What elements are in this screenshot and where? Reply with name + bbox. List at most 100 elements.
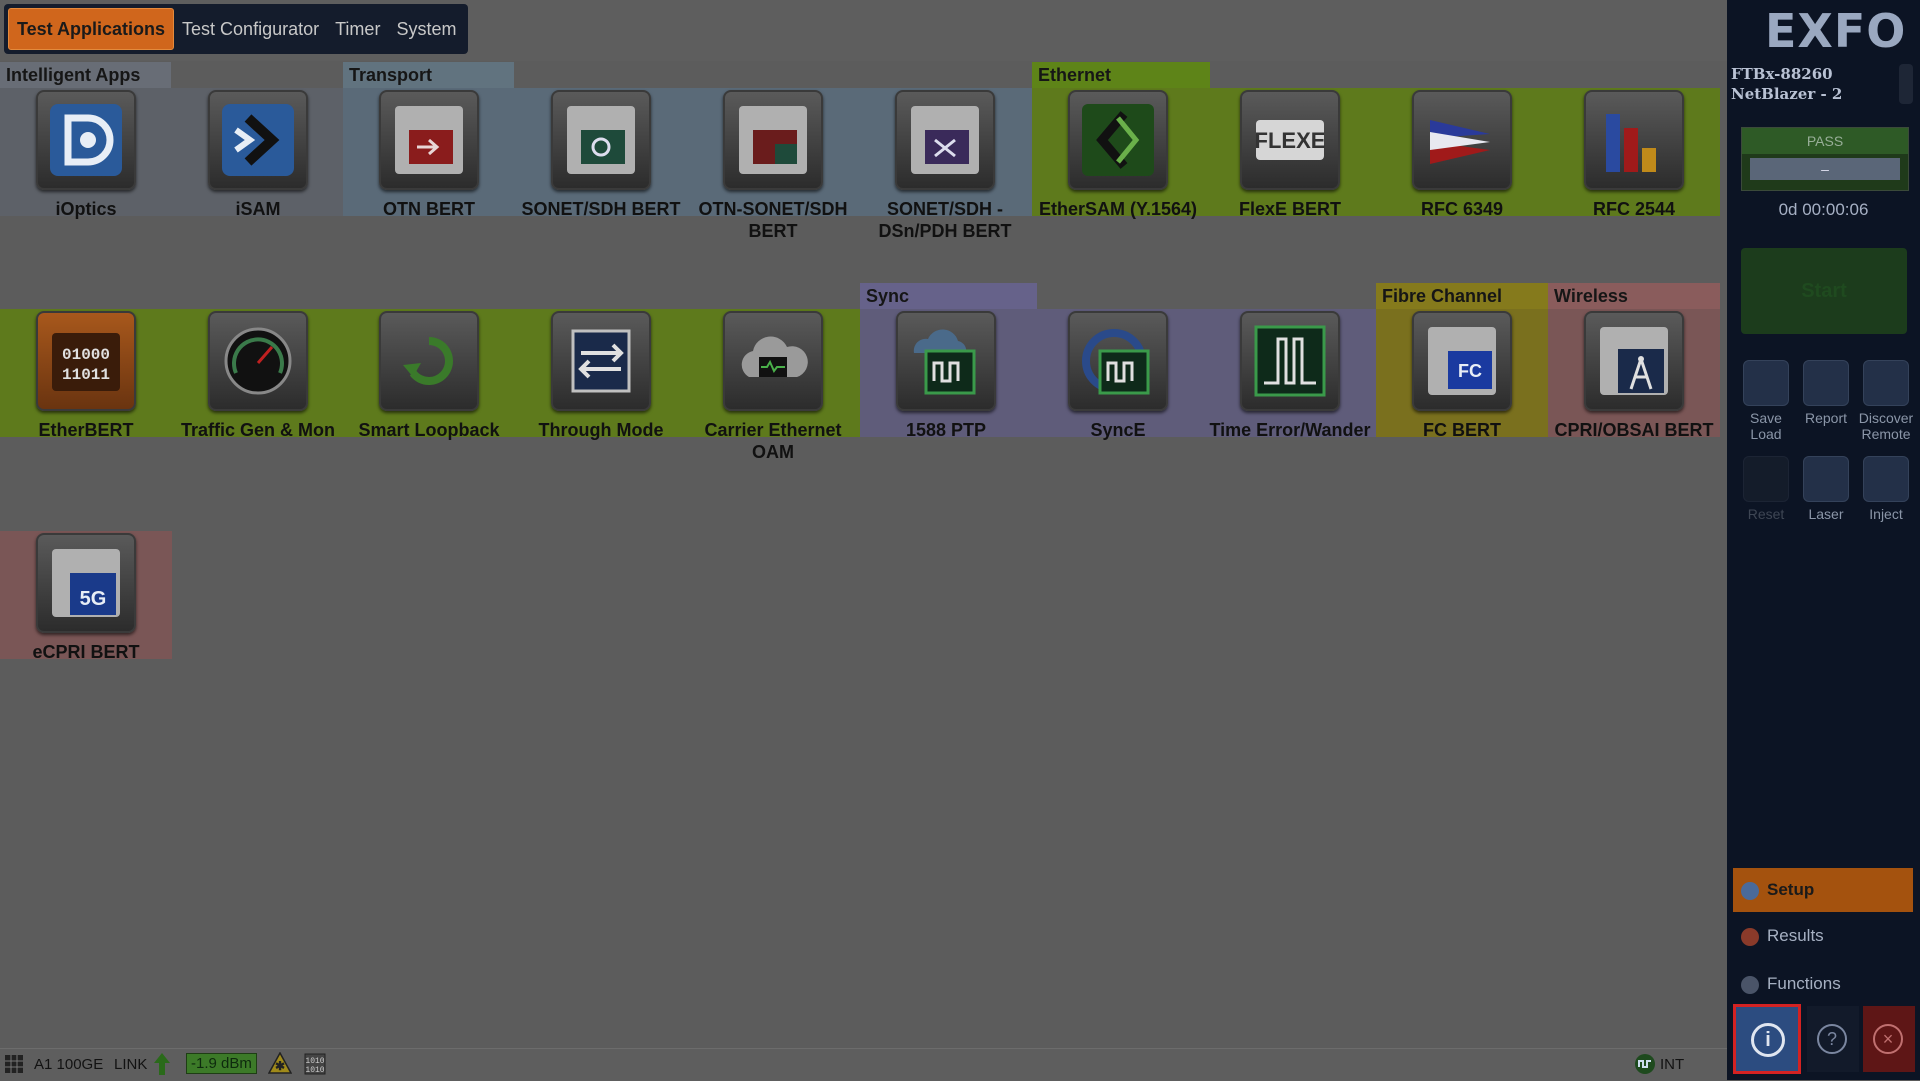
- app-otn-sonet-sdh-bert[interactable]: OTN-SONET/SDH BERT: [687, 88, 859, 242]
- tab-test-applications[interactable]: Test Applications: [8, 8, 175, 50]
- app-label: OTN BERT: [383, 199, 475, 219]
- tools-icon: [1741, 975, 1759, 994]
- app-ecpri-bert[interactable]: 5G eCPRI BERT: [0, 531, 172, 663]
- synce-icon: [1068, 311, 1168, 411]
- link-label: LINK: [114, 1056, 148, 1073]
- app-sonet-sdh-bert[interactable]: SONET/SDH BERT: [515, 88, 687, 220]
- nav-setup[interactable]: Setup: [1733, 868, 1913, 912]
- nav-results-label: Results: [1767, 926, 1824, 945]
- gear-icon: [1741, 881, 1759, 900]
- speedometer-icon: [208, 311, 308, 411]
- app-label: SyncE: [1090, 420, 1146, 440]
- discover-remote-button[interactable]: Discover Remote: [1857, 360, 1915, 442]
- svg-text:5G: 5G: [80, 588, 107, 610]
- exfo-logo: EXFO: [1765, 4, 1907, 58]
- report-icon: [1803, 360, 1849, 406]
- app-etherbert[interactable]: 01000 11011 EtherBERT: [0, 309, 172, 441]
- nav-results[interactable]: Results: [1733, 914, 1913, 958]
- help-icon: ?: [1817, 1024, 1847, 1054]
- group-label-wireless: Wireless: [1548, 283, 1720, 309]
- save-load-button[interactable]: Save Load: [1737, 360, 1795, 442]
- app-cpri-obsai-bert[interactable]: CPRI/OBSAI BERT: [1548, 309, 1720, 441]
- app-sonet-dsn-pdh-bert[interactable]: SONET/SDH - DSn/PDH BERT: [859, 88, 1031, 242]
- inject-icon: [1863, 456, 1909, 502]
- ioptics-icon: [36, 90, 136, 190]
- app-label: RFC 2544: [1592, 199, 1676, 219]
- report-button[interactable]: Report: [1797, 360, 1855, 426]
- app-fc-bert[interactable]: FC FC BERT: [1376, 309, 1548, 441]
- link-up-arrow-icon: [154, 1053, 170, 1079]
- inject-button[interactable]: Inject: [1857, 456, 1915, 522]
- nav-functions[interactable]: Functions: [1733, 962, 1913, 1006]
- discover-remote-icon: [1863, 360, 1909, 406]
- tab-test-configurator[interactable]: Test Configurator: [174, 9, 327, 49]
- otn-bert-icon: [379, 90, 479, 190]
- fc-bert-icon: FC: [1412, 311, 1512, 411]
- app-1588-ptp[interactable]: 1588 PTP: [860, 309, 1032, 441]
- app-smart-loopback[interactable]: Smart Loopback: [343, 309, 515, 441]
- ptp-icon: [896, 311, 996, 411]
- otn-sonet-sdh-bert-icon: [723, 90, 823, 190]
- test-applications-panel: Intelligent Apps Transport Ethernet Sync…: [0, 61, 1727, 1048]
- app-rfc2544[interactable]: RFC 2544: [1548, 88, 1720, 220]
- ecpri-5g-icon: 5G: [36, 533, 136, 633]
- laser-warning-icon: ✱: [267, 1051, 293, 1078]
- svg-text:FLEXE: FLEXE: [1255, 128, 1326, 153]
- exit-button[interactable]: ×: [1863, 1006, 1915, 1072]
- ethersam-icon: [1068, 90, 1168, 190]
- tab-system[interactable]: System: [388, 9, 464, 49]
- help-button[interactable]: ?: [1807, 1006, 1859, 1072]
- test-timer: 0d 00:00:06: [1778, 200, 1869, 219]
- app-label: CPRI/OBSAI BERT: [1554, 420, 1714, 440]
- antenna-icon: [1584, 311, 1684, 411]
- verdict-box: PASS –: [1741, 127, 1909, 191]
- group-label-fibre-channel: Fibre Channel: [1376, 283, 1548, 309]
- nav-functions-label: Functions: [1767, 974, 1841, 993]
- app-isam[interactable]: iSAM: [172, 88, 344, 220]
- app-label: EtherBERT: [38, 420, 134, 440]
- reset-icon: [1743, 456, 1789, 502]
- app-label: SONET/SDH BERT: [521, 199, 681, 219]
- app-otn-bert[interactable]: OTN BERT: [343, 88, 515, 220]
- tab-timer[interactable]: Timer: [327, 9, 388, 49]
- save-load-icon: [1743, 360, 1789, 406]
- save-load-label: Save Load: [1750, 410, 1782, 442]
- app-label: 1588 PTP: [905, 420, 987, 440]
- app-label: Carrier Ethernet OAM: [704, 420, 842, 462]
- app-rfc6349[interactable]: RFC 6349: [1376, 88, 1548, 220]
- verdict-value: –: [1750, 158, 1900, 180]
- info-button[interactable]: i: [1733, 1004, 1801, 1074]
- app-ioptics[interactable]: iOptics: [0, 88, 172, 220]
- reset-label: Reset: [1747, 506, 1785, 522]
- svg-text:1010: 1010: [305, 1057, 324, 1066]
- start-button[interactable]: Start: [1741, 248, 1907, 334]
- port-label: A1 100GE: [34, 1056, 104, 1073]
- close-icon: ×: [1873, 1024, 1903, 1054]
- app-time-error[interactable]: Time Error/Wander: [1204, 309, 1376, 441]
- app-carrier-ethernet-oam[interactable]: Carrier Ethernet OAM: [687, 309, 859, 463]
- app-synce[interactable]: SyncE: [1032, 309, 1204, 441]
- model-line-1: FTBx-88260: [1731, 65, 1833, 83]
- panel-scroll-handle[interactable]: [1899, 64, 1913, 104]
- app-ethersam[interactable]: EtherSAM (Y.1564): [1032, 88, 1204, 220]
- info-icon: i: [1751, 1023, 1785, 1057]
- status-bar: A1 100GE LINK -1.9 dBm ✱ 1010 1010 INT: [0, 1048, 1727, 1081]
- app-through-mode[interactable]: Through Mode: [515, 309, 687, 441]
- port-grid-icon[interactable]: [4, 1054, 24, 1078]
- pie-chart-icon: [1741, 927, 1759, 946]
- isam-icon: [208, 90, 308, 190]
- report-label: Report: [1804, 410, 1848, 426]
- svg-text:✱: ✱: [275, 1059, 285, 1073]
- app-flexe-bert[interactable]: FLEXE FlexE BERT: [1204, 88, 1376, 220]
- app-traffic-gen[interactable]: Traffic Gen & Mon: [172, 309, 344, 441]
- binary-pattern-icon: 1010 1010: [304, 1053, 326, 1079]
- svg-text:01000: 01000: [62, 346, 110, 364]
- discover-remote-label: Discover Remote: [1858, 410, 1914, 442]
- svg-text:11011: 11011: [62, 366, 110, 384]
- clock-source-label: INT: [1660, 1056, 1685, 1073]
- laser-button[interactable]: Laser: [1797, 456, 1855, 522]
- reset-button[interactable]: Reset: [1737, 456, 1795, 522]
- group-label-ethernet: Ethernet: [1032, 62, 1210, 88]
- inject-label: Inject: [1869, 506, 1903, 522]
- power-level-badge: -1.9 dBm: [186, 1053, 257, 1074]
